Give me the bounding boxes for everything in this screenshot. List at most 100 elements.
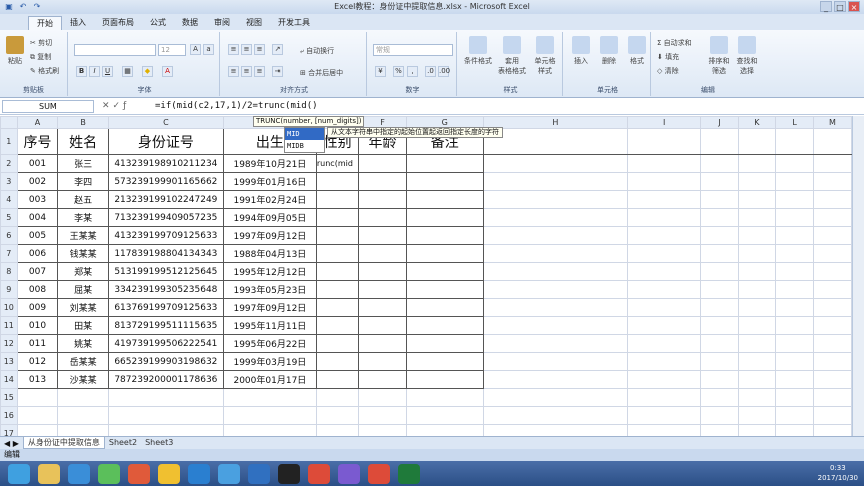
cell[interactable]: 787239200001178636 <box>107 370 224 389</box>
explorer-icon[interactable] <box>38 463 60 484</box>
cell[interactable]: 1997年09月12日 <box>222 298 317 317</box>
cell[interactable] <box>16 424 59 436</box>
cell[interactable] <box>700 172 739 191</box>
cell[interactable]: 1999年03月19日 <box>222 352 317 371</box>
cell[interactable]: 006 <box>16 244 59 263</box>
cell[interactable] <box>405 172 484 191</box>
cell[interactable] <box>700 370 739 389</box>
formula-buttons[interactable]: ✕✓ƒ <box>102 101 129 111</box>
cell[interactable] <box>315 316 360 335</box>
cell[interactable] <box>737 262 777 281</box>
cell[interactable]: 613769199709125633 <box>107 298 224 317</box>
cell[interactable] <box>315 334 360 353</box>
number-format-combo[interactable]: 常规 <box>373 44 453 56</box>
active-edit-cell[interactable]: runc(mid <box>315 154 360 173</box>
cell[interactable]: 008 <box>16 280 59 299</box>
cell[interactable] <box>482 190 628 209</box>
wrap-text-button[interactable]: ⤶ 自动换行 <box>300 46 334 56</box>
cell[interactable] <box>626 172 702 191</box>
chrome-icon[interactable] <box>308 463 330 484</box>
ribbon-tab[interactable]: 视图 <box>238 16 270 30</box>
cell[interactable]: 573239199901165662 <box>107 172 224 191</box>
row-header[interactable]: 11 <box>0 316 18 335</box>
ribbon-tab[interactable]: 公式 <box>142 16 174 30</box>
fill-color-icon[interactable]: ◆ <box>142 66 153 77</box>
cell[interactable] <box>482 370 628 389</box>
row-header[interactable]: 7 <box>0 244 18 263</box>
cell[interactable] <box>737 316 777 335</box>
cell[interactable] <box>812 244 852 263</box>
cell[interactable] <box>737 280 777 299</box>
ribbon-tab[interactable]: 数据 <box>174 16 206 30</box>
cell[interactable] <box>775 244 814 263</box>
cell[interactable] <box>775 406 814 425</box>
cell[interactable]: 813729199511115635 <box>107 316 224 335</box>
cell[interactable]: 1999年01月16日 <box>222 172 317 191</box>
cell[interactable] <box>315 298 360 317</box>
app-icon[interactable] <box>218 463 240 484</box>
cell[interactable] <box>700 208 739 227</box>
cell[interactable] <box>812 424 852 436</box>
cell[interactable] <box>812 316 852 335</box>
cell[interactable]: 413239198910211234 <box>107 154 224 173</box>
cell[interactable]: 1995年12月12日 <box>222 262 317 281</box>
cell[interactable] <box>405 226 484 245</box>
cell[interactable]: 010 <box>16 316 59 335</box>
cell[interactable] <box>737 244 777 263</box>
cell[interactable] <box>812 370 852 389</box>
cell[interactable] <box>737 388 777 407</box>
conditional-format-button[interactable]: 条件格式 <box>461 36 495 66</box>
cell[interactable] <box>626 352 702 371</box>
clear-button[interactable]: ◇ 清除 <box>657 66 679 76</box>
sheet-tab[interactable]: Sheet3 <box>141 437 177 449</box>
cell[interactable] <box>812 226 852 245</box>
excel-icon[interactable] <box>398 463 420 484</box>
cell[interactable] <box>405 190 484 209</box>
cell[interactable]: 011 <box>16 334 59 353</box>
font-color-icon[interactable]: A <box>162 66 173 77</box>
cell[interactable]: 1989年10月21日 <box>222 154 317 173</box>
cell[interactable] <box>107 406 224 425</box>
cell[interactable] <box>626 128 702 155</box>
cell[interactable]: 岳某某 <box>57 352 109 371</box>
cell[interactable] <box>315 406 360 425</box>
row-header[interactable]: 10 <box>0 298 18 317</box>
cell[interactable] <box>315 262 360 281</box>
app-icon[interactable] <box>128 463 150 484</box>
cell[interactable] <box>405 262 484 281</box>
align-bottom-icon[interactable]: ≡ <box>254 44 265 55</box>
cell[interactable] <box>812 352 852 371</box>
close-icon[interactable]: × <box>848 1 860 12</box>
app-icon[interactable] <box>98 463 120 484</box>
merge-center-button[interactable]: ⊞ 合并后居中 <box>300 68 343 78</box>
cell[interactable] <box>812 280 852 299</box>
cell[interactable] <box>482 424 628 436</box>
cell[interactable] <box>315 226 360 245</box>
align-left-icon[interactable]: ≡ <box>228 66 239 77</box>
cell[interactable]: 012 <box>16 352 59 371</box>
cell[interactable] <box>737 334 777 353</box>
cell[interactable] <box>358 154 407 173</box>
cell[interactable] <box>315 280 360 299</box>
cell[interactable] <box>405 370 484 389</box>
row-header[interactable]: 12 <box>0 334 18 353</box>
copy-button[interactable]: ⧉ 复制 <box>30 52 51 62</box>
cell[interactable]: 117839198804134343 <box>107 244 224 263</box>
cell[interactable] <box>812 208 852 227</box>
cell[interactable] <box>812 298 852 317</box>
cell[interactable] <box>482 226 628 245</box>
cell[interactable] <box>812 334 852 353</box>
cell[interactable]: 王某某 <box>57 226 109 245</box>
cell[interactable] <box>626 208 702 227</box>
column-header[interactable]: C <box>107 116 224 129</box>
cell[interactable]: 姚某 <box>57 334 109 353</box>
sheet-nav-icon[interactable]: ◀ ▶ <box>0 439 23 448</box>
cell[interactable] <box>812 172 852 191</box>
cell[interactable]: 身份证号 <box>107 128 224 155</box>
cell[interactable] <box>737 298 777 317</box>
column-header[interactable]: A <box>16 116 59 129</box>
cell[interactable]: 2000年01月17日 <box>222 370 317 389</box>
cell[interactable] <box>626 190 702 209</box>
row-header[interactable]: 6 <box>0 226 18 245</box>
cell[interactable] <box>482 316 628 335</box>
